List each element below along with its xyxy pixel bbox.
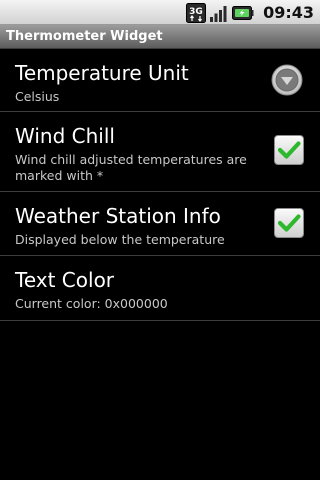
battery-charging-icon (232, 5, 254, 20)
pref-summary: Wind chill adjusted temperatures are mar… (15, 152, 247, 183)
wind-chill-checkbox[interactable] (274, 135, 304, 165)
status-bar: 3G 09:43 (0, 0, 320, 25)
pref-wind-chill[interactable]: Wind Chill Wind chill adjusted temperatu… (0, 112, 320, 192)
checkmark-icon (277, 214, 301, 232)
pref-summary: Current color: 0x000000 (15, 296, 168, 311)
checkmark-icon (277, 141, 301, 159)
network-label: 3G (189, 7, 203, 17)
pref-summary: Displayed below the temperature (15, 232, 225, 247)
network-3g-icon: 3G (186, 2, 207, 23)
pref-title: Weather Station Info (15, 204, 221, 228)
pref-weather-station-info[interactable]: Weather Station Info Displayed below the… (0, 192, 320, 256)
screen: 3G 09:43 Thermometer Widget Temperature … (0, 0, 320, 480)
app-title: Thermometer Widget (6, 29, 163, 44)
pref-title: Temperature Unit (15, 61, 189, 85)
title-bar: Thermometer Widget (0, 25, 320, 49)
clock: 09:43 (263, 3, 314, 22)
chevron-down-icon (271, 64, 303, 96)
status-icons: 3G 09:43 (186, 0, 314, 25)
dropdown-button[interactable] (271, 64, 303, 96)
pref-summary: Celsius (15, 89, 60, 104)
pref-temperature-unit[interactable]: Temperature Unit Celsius (0, 49, 320, 112)
pref-text-color[interactable]: Text Color Current color: 0x000000 (0, 256, 320, 321)
preference-list: Temperature Unit Celsius Wind Chill Wind… (0, 49, 320, 321)
pref-title: Text Color (15, 268, 115, 292)
signal-strength-icon (210, 5, 227, 22)
weather-station-checkbox[interactable] (274, 208, 304, 238)
pref-title: Wind Chill (15, 124, 115, 148)
